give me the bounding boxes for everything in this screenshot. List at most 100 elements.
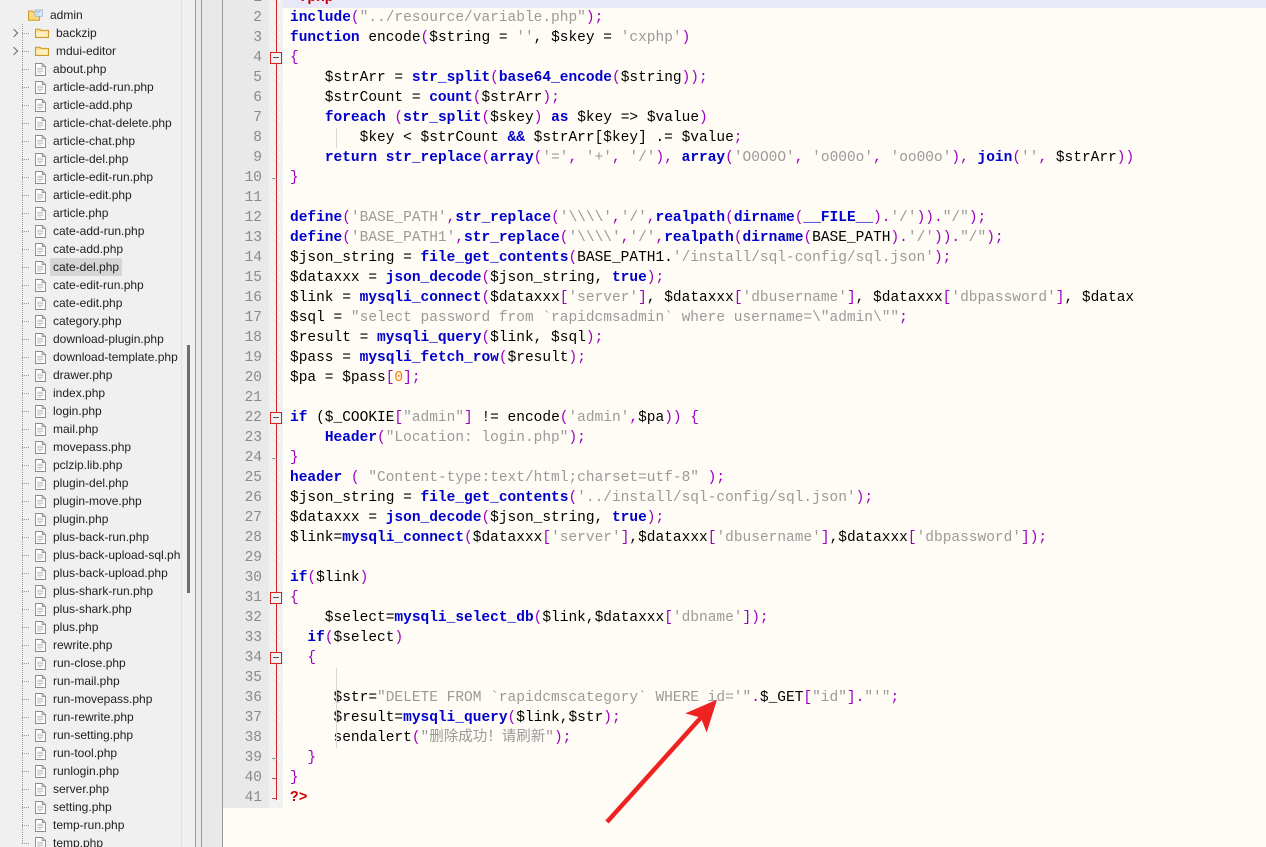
code-line[interactable]: 25header ( "Content-type:text/html;chars… [223, 468, 1266, 488]
file-tree-item-file[interactable]: plus-back-run.php [0, 528, 195, 546]
fold-column-cell[interactable] [269, 768, 283, 788]
file-tree-scrollbar-thumb[interactable] [187, 345, 190, 593]
fold-column-cell[interactable] [269, 108, 283, 128]
file-tree-item-file[interactable]: rewrite.php [0, 636, 195, 654]
fold-column-cell[interactable] [269, 748, 283, 768]
file-tree-item-file[interactable]: movepass.php [0, 438, 195, 456]
code-line[interactable]: 3function encode($string = '', $skey = '… [223, 28, 1266, 48]
fold-column-cell[interactable] [269, 648, 283, 668]
code-line[interactable]: 7 foreach (str_split($skey) as $key => $… [223, 108, 1266, 128]
file-tree-scrollbar[interactable] [181, 0, 195, 847]
fold-column-cell[interactable] [269, 548, 283, 568]
code-line[interactable]: 21 [223, 388, 1266, 408]
code-line[interactable]: 10} [223, 168, 1266, 188]
file-tree-item-file[interactable]: article-del.php [0, 150, 195, 168]
code-line[interactable]: 29 [223, 548, 1266, 568]
file-tree-item-file[interactable]: cate-add-run.php [0, 222, 195, 240]
fold-column-cell[interactable] [269, 68, 283, 88]
code-line[interactable]: 1<?php [223, 0, 1266, 8]
fold-column-cell[interactable] [269, 608, 283, 628]
code-line[interactable]: 32 $select=mysqli_select_db($link,$datax… [223, 608, 1266, 628]
file-tree-item-file[interactable]: plugin-move.php [0, 492, 195, 510]
fold-column-cell[interactable] [269, 208, 283, 228]
code-line[interactable]: 31{ [223, 588, 1266, 608]
sidebar-editor-splitter[interactable] [196, 0, 223, 847]
fold-column-cell[interactable] [269, 708, 283, 728]
fold-column-cell[interactable] [269, 288, 283, 308]
fold-column-cell[interactable] [269, 448, 283, 468]
fold-column-cell[interactable] [269, 428, 283, 448]
code-line[interactable]: 26$json_string = file_get_contents('../i… [223, 488, 1266, 508]
fold-column-cell[interactable] [269, 188, 283, 208]
fold-column-cell[interactable] [269, 308, 283, 328]
file-tree-item-file[interactable]: mail.php [0, 420, 195, 438]
code-line[interactable]: 20$pa = $pass[0]; [223, 368, 1266, 388]
file-tree-item-file[interactable]: runlogin.php [0, 762, 195, 780]
file-tree-item-file[interactable]: index.php [0, 384, 195, 402]
code-line[interactable]: 35 [223, 668, 1266, 688]
chevron-right-icon[interactable] [7, 24, 22, 42]
code-line[interactable]: 38 sendalert("删除成功！请刷新"); [223, 728, 1266, 748]
fold-column-cell[interactable] [269, 488, 283, 508]
code-line[interactable]: 27$dataxxx = json_decode($json_string, t… [223, 508, 1266, 528]
file-tree-item-file[interactable]: run-close.php [0, 654, 195, 672]
fold-column-cell[interactable] [269, 348, 283, 368]
file-tree-item-file[interactable]: plugin-del.php [0, 474, 195, 492]
file-tree-item-file[interactable]: pclzip.lib.php [0, 456, 195, 474]
code-line[interactable]: 16$link = mysqli_connect($dataxxx['serve… [223, 288, 1266, 308]
file-tree-item-file[interactable]: plus-back-upload-sql.ph [0, 546, 195, 564]
file-tree-item-file[interactable]: plus-back-upload.php [0, 564, 195, 582]
file-tree-item-file[interactable]: article-edit-run.php [0, 168, 195, 186]
file-tree-item-file[interactable]: setting.php [0, 798, 195, 816]
code-line[interactable]: 39 } [223, 748, 1266, 768]
file-tree-item-folder[interactable]: admin [0, 6, 195, 24]
file-tree-item-file[interactable]: run-rewrite.php [0, 708, 195, 726]
file-tree-item-file[interactable]: plus-shark-run.php [0, 582, 195, 600]
code-line[interactable]: 15$dataxxx = json_decode($json_string, t… [223, 268, 1266, 288]
code-editor[interactable]: 1<?php2include("../resource/variable.php… [223, 0, 1266, 847]
code-lines[interactable]: 1<?php2include("../resource/variable.php… [223, 0, 1266, 808]
fold-column-cell[interactable] [269, 88, 283, 108]
code-line[interactable]: 17$sql = "select password from `rapidcms… [223, 308, 1266, 328]
code-line[interactable]: 9 return str_replace(array('=', '+', '/'… [223, 148, 1266, 168]
code-line[interactable]: 19$pass = mysqli_fetch_row($result); [223, 348, 1266, 368]
code-line[interactable]: 33 if($select) [223, 628, 1266, 648]
code-line[interactable]: 11 [223, 188, 1266, 208]
file-tree-item-file[interactable]: cate-edit-run.php [0, 276, 195, 294]
file-tree-item-file[interactable]: article-add-run.php [0, 78, 195, 96]
code-line[interactable]: 36 $str="DELETE FROM `rapidcmscategory` … [223, 688, 1266, 708]
file-tree-item-file[interactable]: article-chat-delete.php [0, 114, 195, 132]
file-tree-item-file[interactable]: login.php [0, 402, 195, 420]
file-tree-item-file[interactable]: temp-run.php [0, 816, 195, 834]
file-tree-item-file[interactable]: cate-add.php [0, 240, 195, 258]
file-tree-item-file[interactable]: article-edit.php [0, 186, 195, 204]
fold-column-cell[interactable] [269, 788, 283, 808]
fold-column-cell[interactable] [269, 668, 283, 688]
file-tree-item-file[interactable]: run-movepass.php [0, 690, 195, 708]
file-tree-item-file[interactable]: server.php [0, 780, 195, 798]
file-tree-item-folder[interactable]: mdui-editor [0, 42, 195, 60]
file-tree-item-folder[interactable]: backzip [0, 24, 195, 42]
fold-column-cell[interactable] [269, 628, 283, 648]
fold-column-cell[interactable] [269, 408, 283, 428]
file-tree-item-file[interactable]: run-tool.php [0, 744, 195, 762]
code-line[interactable]: 23 Header("Location: login.php"); [223, 428, 1266, 448]
fold-column-cell[interactable] [269, 588, 283, 608]
fold-column-cell[interactable] [269, 388, 283, 408]
file-tree-item-file[interactable]: cate-edit.php [0, 294, 195, 312]
chevron-right-icon[interactable] [7, 42, 22, 60]
fold-column-cell[interactable] [269, 128, 283, 148]
file-tree-item-file[interactable]: article-add.php [0, 96, 195, 114]
fold-column-cell[interactable] [269, 368, 283, 388]
file-tree-item-file[interactable]: temp.php [0, 834, 195, 847]
code-line[interactable]: 28$link=mysqli_connect($dataxxx['server'… [223, 528, 1266, 548]
code-line[interactable]: 2include("../resource/variable.php"); [223, 8, 1266, 28]
code-line[interactable]: 6 $strCount = count($strArr); [223, 88, 1266, 108]
fold-column-cell[interactable] [269, 688, 283, 708]
fold-column-cell[interactable] [269, 468, 283, 488]
file-tree-item-file[interactable]: download-template.php [0, 348, 195, 366]
file-tree-item-file[interactable]: plus.php [0, 618, 195, 636]
fold-column-cell[interactable] [269, 168, 283, 188]
code-line[interactable]: 14$json_string = file_get_contents(BASE_… [223, 248, 1266, 268]
code-line[interactable]: 37 $result=mysqli_query($link,$str); [223, 708, 1266, 728]
